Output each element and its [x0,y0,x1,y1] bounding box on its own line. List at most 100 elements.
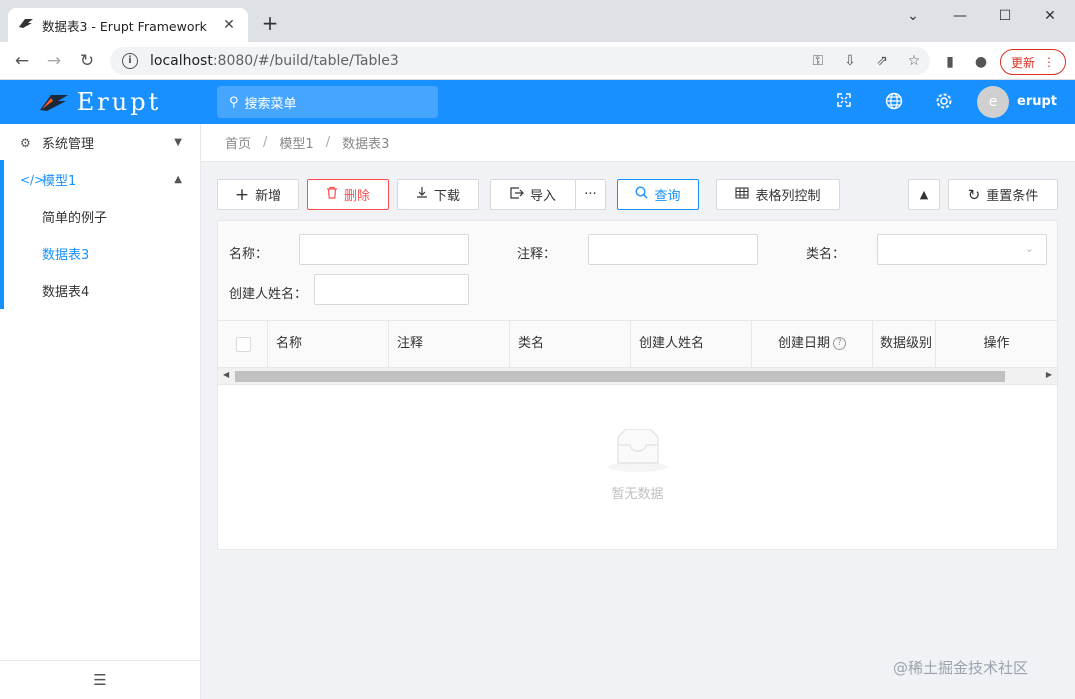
forward-icon[interactable]: → [42,50,66,72]
share-icon[interactable]: ⇗ [866,53,898,69]
browser-tabstrip: 数据表3 - Erupt Framework ✕ + ⌄ — ☐ ✕ [0,0,1075,42]
chevron-down-icon: ▼ [174,137,182,148]
horizontal-scrollbar[interactable]: ◀ ▶ [217,368,1058,385]
sidebar-item-table3[interactable]: 数据表3 [0,235,200,272]
reload-icon[interactable]: ↻ [75,50,99,72]
user-name[interactable]: erupt [1017,94,1057,109]
column-header-remark[interactable]: 注释 [389,321,510,367]
column-header-actions: 操作 [983,336,1010,351]
caret-up-icon: ▲ [919,188,929,201]
sidebar-item-label: 系统管理 [42,137,95,152]
table-body: 暂无数据 [217,385,1058,550]
class-name-select[interactable]: ⌄ [877,234,1047,265]
profile-icon[interactable]: ● [971,52,991,72]
window-minimize-button[interactable]: — [940,6,980,26]
menu-search-input[interactable]: ⚲ 搜索菜单 [217,86,438,118]
update-button[interactable]: 更新 ⋮ [1000,49,1066,75]
minimize-icon[interactable]: ⌄ [893,6,933,26]
update-label: 更新 [1010,55,1035,70]
scrollbar-thumb[interactable] [235,371,1005,382]
logo-text: Erupt [76,88,162,116]
globe-icon[interactable] [884,92,904,112]
gears-icon: ⚙ [20,135,31,150]
column-header-name[interactable]: 名称 [268,321,389,367]
browser-toolbar: ← → ↻ i localhost:8080/#/build/table/Tab… [0,42,1075,80]
indent-icon: ☰ [93,671,107,689]
delete-label: 删除 [343,189,370,204]
creator-name-input[interactable] [314,274,469,305]
side-panel-icon[interactable]: ▮ [940,52,960,72]
breadcrumb-model1[interactable]: 模型1 [279,133,313,152]
add-label: 新增 [255,189,282,204]
tab-close-icon[interactable]: ✕ [220,16,238,34]
sidebar-item-model1[interactable]: </> 模型1 ▲ [0,161,200,198]
logo[interactable]: Erupt [0,80,200,124]
erupt-favicon-icon [18,17,34,33]
column-header-class[interactable]: 类名 [510,321,631,367]
sidebar-selection-indicator [0,160,4,309]
bookmark-star-icon[interactable]: ☆ [898,53,930,69]
erupt-logo-icon [39,95,68,111]
breadcrumb-home[interactable]: 首页 [225,133,251,152]
delete-button[interactable]: 删除 [307,179,389,210]
ellipsis-icon: ··· [584,187,597,202]
breadcrumb-current: 数据表3 [342,137,390,152]
import-button[interactable]: 导入 [490,179,576,210]
query-label: 查询 [654,189,681,204]
settings-gear-icon[interactable] [934,92,954,112]
new-tab-button[interactable]: + [260,13,280,33]
column-header-created-date[interactable]: 创建日期? [752,321,873,367]
address-bar[interactable]: i localhost:8080/#/build/table/Table3 ⚿ … [110,47,930,75]
query-button[interactable]: 查询 [617,179,699,210]
name-input[interactable] [299,234,469,265]
download-icon [416,186,428,203]
help-icon[interactable]: ? [833,337,846,350]
import-label: 导入 [529,189,556,204]
download-label: 下载 [433,189,460,204]
sidebar-item-system[interactable]: ⚙ 系统管理 ▼ [0,124,200,161]
name-label: 名称： [229,247,269,262]
column-header-data-level[interactable]: 数据级别 [873,321,936,367]
url-text[interactable]: localhost:8080/#/build/table/Table3 [150,53,802,69]
select-all-cell [218,321,268,367]
collapse-sidebar-button[interactable]: ☰ [0,660,200,699]
select-all-checkbox[interactable] [236,337,251,352]
class-name-label: 类名： [806,247,846,262]
browser-tab[interactable]: 数据表3 - Erupt Framework ✕ [8,8,248,42]
fullscreen-icon[interactable] [834,92,854,112]
reset-button[interactable]: ↻ 重置条件 [948,179,1058,210]
kebab-menu-icon: ⋮ [1043,55,1055,69]
empty-text: 暂无数据 [611,487,664,502]
window-close-icon[interactable]: ✕ [1030,6,1070,26]
column-header-creator[interactable]: 创建人姓名 [631,321,752,367]
install-icon[interactable]: ⇩ [834,53,866,69]
remark-input[interactable] [588,234,758,265]
download-button[interactable]: 下载 [397,179,479,210]
avatar[interactable]: e [977,86,1009,118]
maximize-icon[interactable]: ☐ [985,6,1025,26]
search-placeholder: 搜索菜单 [244,96,297,112]
column-control-button[interactable]: 表格列控制 [716,179,840,210]
breadcrumb-separator: / [325,135,331,150]
back-icon[interactable]: ← [10,50,34,72]
site-info-icon[interactable]: i [122,53,138,69]
watermark: @稀土掘金技术社区 [893,659,1029,677]
collapse-search-button[interactable]: ▲ [908,179,940,210]
table-header: 名称 注释 类名 创建人姓名 创建日期? 数据级别 操作 [217,320,1058,368]
scroll-right-icon[interactable]: ▶ [1046,370,1052,379]
breadcrumb-separator: / [263,135,268,150]
refresh-icon: ↻ [967,185,981,204]
app-header: Erupt ⚲ 搜索菜单 [0,80,1075,124]
search-icon: ⚲ [229,94,239,110]
more-button[interactable]: ··· [575,179,606,210]
scroll-left-icon[interactable]: ◀ [223,370,229,379]
sidebar-item-table4[interactable]: 数据表4 [0,272,200,309]
trash-icon [326,186,338,203]
sidebar: ⚙ 系统管理 ▼ </> 模型1 ▲ 简单的例子 数据表3 数据表4 [0,124,201,699]
key-icon[interactable]: ⚿ [802,53,834,69]
creator-name-label: 创建人姓名： [229,287,308,302]
tab-title: 数据表3 - Erupt Framework [42,18,207,34]
add-button[interactable]: + 新增 [217,179,299,210]
sidebar-item-simple-example[interactable]: 简单的例子 [0,198,200,235]
sidebar-item-label: 简单的例子 [42,211,108,226]
